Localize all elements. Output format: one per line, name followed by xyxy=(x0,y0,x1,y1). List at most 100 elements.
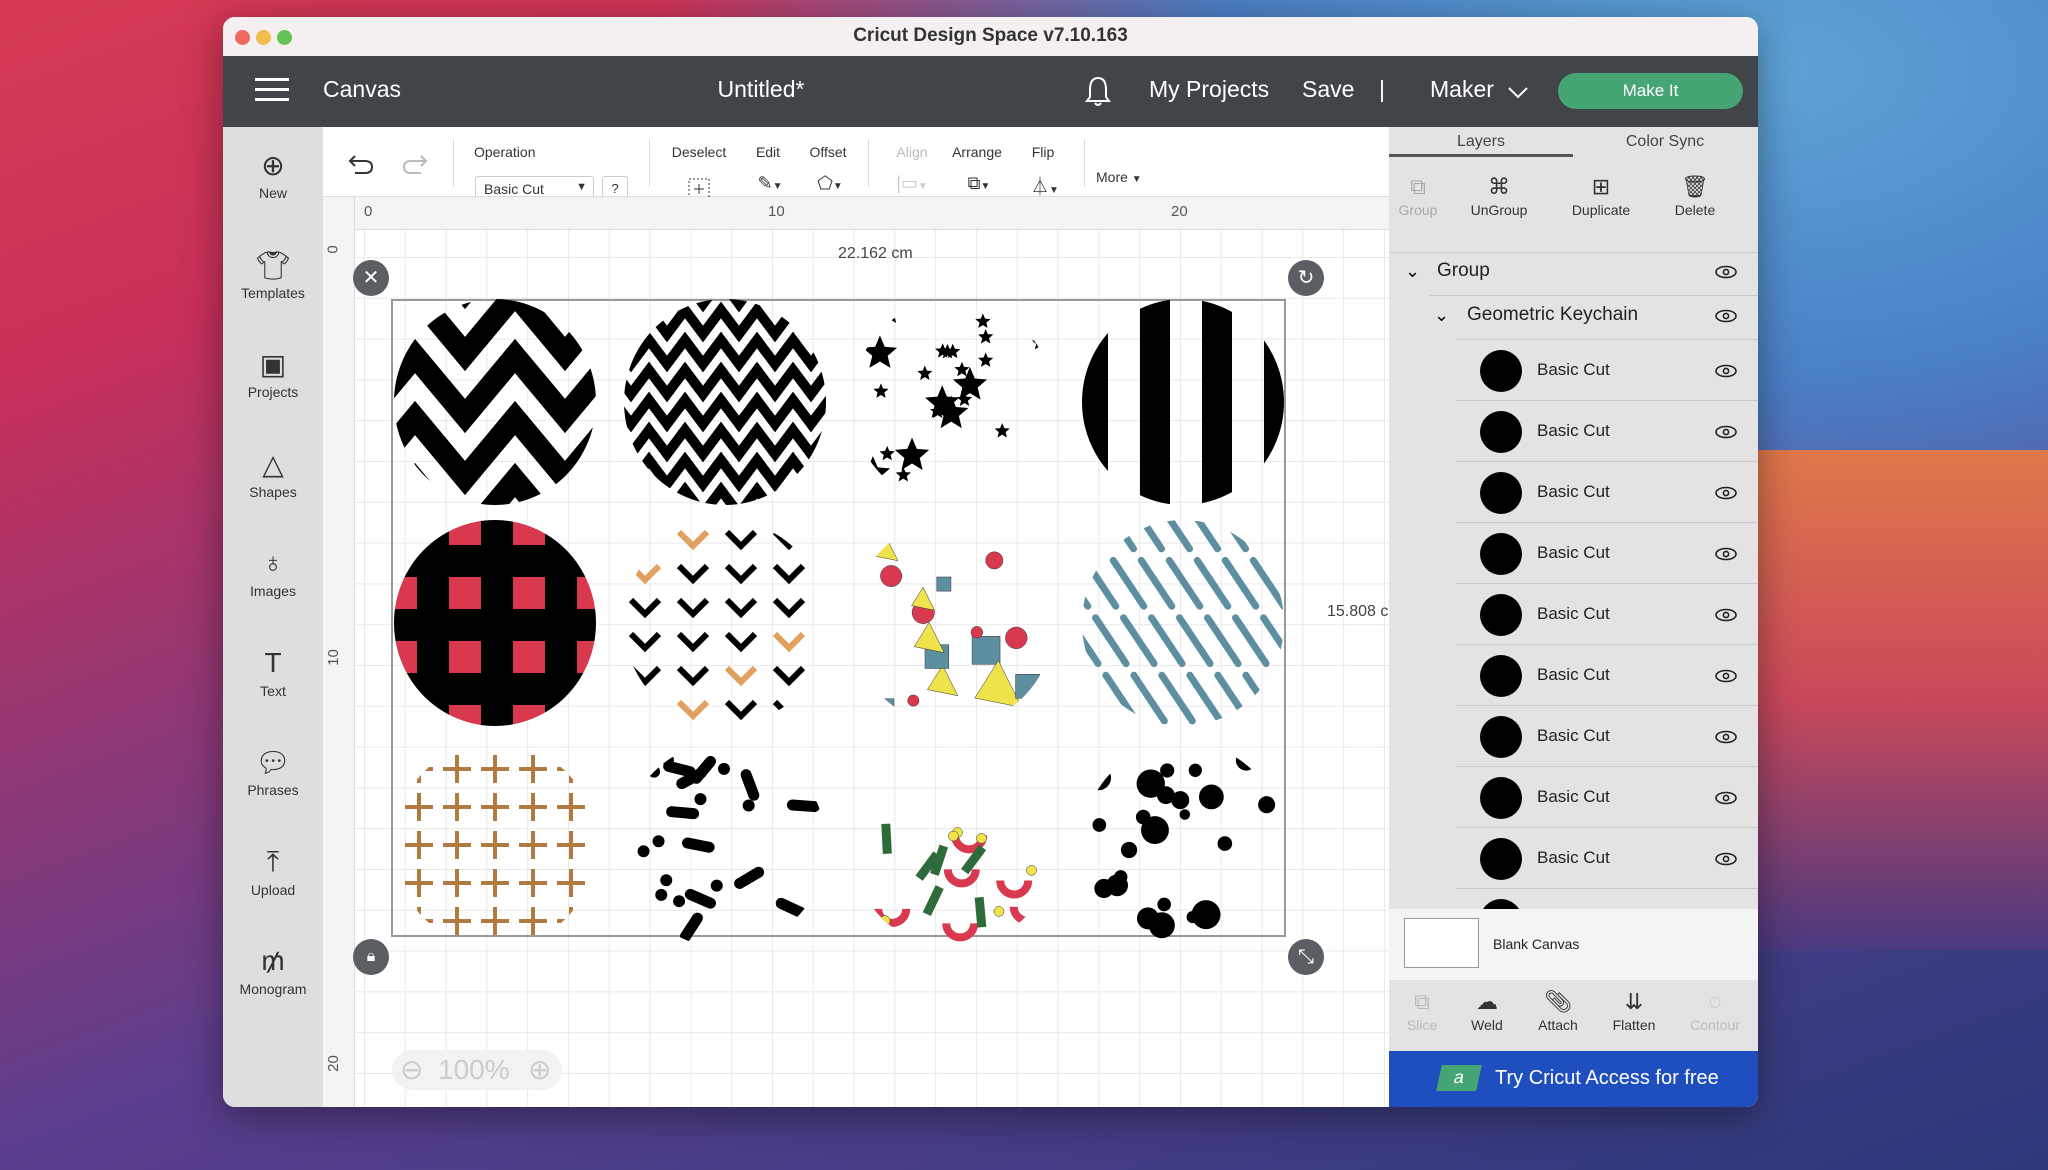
eye-icon[interactable] xyxy=(1715,852,1737,866)
plus-sign xyxy=(443,755,471,783)
keychain-design-6 xyxy=(628,529,806,721)
design-canvas[interactable]: 22.162 cm 15.808 c ✕ ↻ 🔒︎ ⤡ ⊖ 100% ⊕ xyxy=(353,230,1389,1107)
sidebar-item-projects[interactable]: ▣ Projects xyxy=(223,348,323,400)
hamburger-menu-icon[interactable] xyxy=(255,78,289,101)
lock-handle-icon[interactable]: 🔒︎ xyxy=(353,939,389,975)
flip-icon[interactable]: ⏃▼ xyxy=(1031,173,1059,199)
chevron-down-icon[interactable]: ⌄ xyxy=(1405,261,1420,282)
layer-row[interactable]: Basic Cut xyxy=(1389,706,1758,767)
arrow-chevron xyxy=(772,529,806,551)
sidebar-item-shapes[interactable]: △ Shapes xyxy=(223,448,323,500)
contour-button[interactable]: ◌ Contour xyxy=(1670,987,1758,1033)
keychain-designs[interactable] xyxy=(355,230,1389,1107)
keychain-design-11 xyxy=(874,823,1046,942)
delete-handle-icon[interactable]: ✕ xyxy=(353,260,389,296)
eye-icon[interactable] xyxy=(1715,364,1737,378)
sprinkle xyxy=(666,806,700,820)
sidebar-item-images[interactable]: ♁ Images xyxy=(223,547,323,599)
group-button[interactable]: ⧉ Group xyxy=(1373,172,1463,218)
rotate-handle-icon[interactable]: ↻ xyxy=(1288,260,1324,296)
layer-row[interactable]: Basic Cut xyxy=(1389,767,1758,828)
save-button[interactable]: Save xyxy=(1302,76,1354,103)
resize-handle-icon[interactable]: ⤡ xyxy=(1288,939,1324,975)
blue-square xyxy=(875,698,895,718)
arrow-chevron xyxy=(628,597,662,619)
make-it-button[interactable]: Make It xyxy=(1558,73,1743,109)
plus-sign xyxy=(557,755,585,783)
align-label: Align xyxy=(896,144,928,160)
check-cell xyxy=(449,609,481,641)
redo-icon[interactable] xyxy=(401,153,429,175)
check-cell xyxy=(481,641,513,673)
document-title[interactable]: Untitled* xyxy=(711,76,811,103)
layer-row[interactable]: Basic Cut xyxy=(1389,584,1758,645)
machine-selector[interactable]: Maker xyxy=(1430,76,1494,103)
blue-square xyxy=(1015,674,1040,699)
eye-icon[interactable] xyxy=(1715,486,1737,500)
undo-icon[interactable] xyxy=(347,153,375,175)
layer-name: Basic Cut xyxy=(1537,360,1610,379)
contour-icon: ◌ xyxy=(1708,989,1722,1014)
cricut-access-banner[interactable]: a Try Cricut Access for free xyxy=(1389,1051,1758,1107)
arrow-chevron xyxy=(628,699,662,721)
plus-sign xyxy=(405,793,433,821)
chevron-down-icon[interactable] xyxy=(1507,86,1529,100)
arrange-icon[interactable]: ⧉▼ xyxy=(968,173,991,194)
sidebar-item-monogram[interactable]: ₥ Monogram xyxy=(223,945,323,997)
green-bar xyxy=(974,896,987,928)
delete-button[interactable]: 🗑︎ Delete xyxy=(1650,172,1740,218)
eye-icon[interactable] xyxy=(1715,791,1737,805)
bell-icon[interactable] xyxy=(1085,75,1111,107)
action-label: Delete xyxy=(1674,202,1716,218)
pencil-icon[interactable]: ✎▼ xyxy=(758,173,783,194)
arrow-chevron xyxy=(628,665,662,687)
zoom-out-icon[interactable]: ⊖ xyxy=(400,1050,423,1090)
layer-row[interactable]: Basic Cut xyxy=(1389,645,1758,706)
plus-sign xyxy=(481,831,509,859)
flatten-icon: ⇊ xyxy=(1624,989,1644,1014)
star xyxy=(917,365,933,380)
check-cell xyxy=(417,705,449,726)
duplicate-button[interactable]: ⊞ Duplicate xyxy=(1556,172,1646,218)
layer-row[interactable]: Basic Cut xyxy=(1389,340,1758,401)
ungroup-button[interactable]: ⌘ UnGroup xyxy=(1454,172,1544,218)
blank-canvas-row[interactable]: Blank Canvas xyxy=(1389,909,1758,980)
eye-icon[interactable] xyxy=(1715,425,1737,439)
eye-icon[interactable] xyxy=(1715,547,1737,561)
plus-sign xyxy=(443,831,471,859)
sidebar-item-phrases[interactable]: 💬︎ Phrases xyxy=(223,746,323,798)
more-menu[interactable]: More ▼ xyxy=(1096,169,1142,185)
zoom-in-icon[interactable]: ⊕ xyxy=(528,1050,551,1090)
eye-icon[interactable] xyxy=(1715,265,1737,279)
polka-dot xyxy=(1258,796,1276,814)
sprinkle-dot xyxy=(652,835,665,848)
sprinkle xyxy=(740,769,760,801)
flatten-button[interactable]: ⇊ Flatten xyxy=(1589,987,1679,1033)
eye-icon[interactable] xyxy=(1715,669,1737,683)
blue-square xyxy=(936,576,952,592)
sidebar-item-templates[interactable]: 👕︎ Templates xyxy=(223,249,323,301)
layer-thumbnail xyxy=(1480,350,1522,392)
sidebar-item-new[interactable]: ⊕ New xyxy=(223,149,323,201)
eye-icon[interactable] xyxy=(1715,608,1737,622)
polka-dot xyxy=(1235,749,1257,771)
sidebar-item-upload[interactable]: ⤒ Upload xyxy=(223,846,323,898)
layer-row[interactable]: Basic Cut xyxy=(1389,401,1758,462)
eye-icon[interactable] xyxy=(1715,730,1737,744)
chevron-down-icon[interactable]: ⌄ xyxy=(1434,305,1449,326)
offset-icon[interactable]: ⬠▼ xyxy=(817,173,843,194)
my-projects-link[interactable]: My Projects xyxy=(1149,76,1269,103)
stripe xyxy=(1202,299,1232,505)
layer-row[interactable]: Basic Cut xyxy=(1389,523,1758,584)
sidebar-item-text[interactable]: T Text xyxy=(223,647,323,699)
plus-sign xyxy=(481,755,509,783)
align-icon[interactable]: |▭▼ xyxy=(896,173,928,194)
layer-row[interactable]: Basic Cut xyxy=(1389,462,1758,523)
eye-icon[interactable] xyxy=(1715,309,1737,323)
delete-icon: 🗑︎ xyxy=(1681,174,1709,199)
layer-row[interactable] xyxy=(1389,889,1758,909)
check-cell xyxy=(513,641,545,673)
layer-thumbnail xyxy=(1480,899,1522,909)
layer-row[interactable]: Basic Cut xyxy=(1389,828,1758,889)
yellow-triangle xyxy=(926,664,959,697)
